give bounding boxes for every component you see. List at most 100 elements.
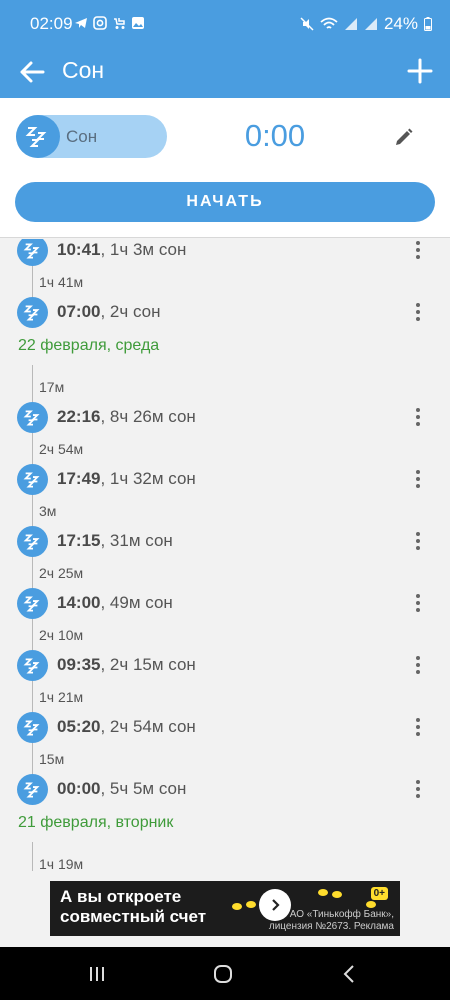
more-options-button[interactable] (406, 297, 430, 327)
instagram-icon (93, 16, 107, 30)
back-chevron-icon (343, 965, 354, 983)
gallery-icon (132, 17, 144, 29)
sleep-entry-icon (17, 712, 48, 743)
date-header: 21 февраля, вторник (0, 805, 450, 842)
dot (416, 794, 420, 798)
timeline-line (32, 495, 33, 526)
sleep-entry[interactable]: 00:00, 5ч 5м сон (0, 774, 450, 805)
entry-duration: , 1ч 3м сон (100, 240, 187, 259)
back-nav-button[interactable] (329, 959, 369, 989)
edit-button[interactable] (387, 120, 421, 154)
dot (416, 415, 420, 419)
more-options-button[interactable] (406, 239, 430, 265)
zzz-icon (25, 126, 47, 147)
more-options-button[interactable] (406, 402, 430, 432)
entry-duration: , 5ч 5м сон (100, 779, 187, 798)
sleep-entry-text: 05:20, 2ч 54м сон (57, 717, 196, 737)
dot (416, 408, 420, 412)
recent-apps-button[interactable] (77, 959, 117, 989)
ad-banner[interactable]: А вы откроете совместный счет 0+ АО «Тин… (50, 881, 400, 936)
zzz-icon (23, 658, 40, 673)
sleep-entry[interactable]: 10:41, 1ч 3м сон (0, 239, 450, 266)
cat-eye-decoration (246, 901, 256, 908)
dot (416, 422, 420, 426)
ad-legal-text: АО «Тинькофф Банк», лицензия №2673. Рекл… (268, 909, 394, 932)
entry-time: 22:16 (57, 407, 101, 426)
sleep-entry[interactable]: 05:20, 2ч 54м сон (0, 712, 450, 743)
awake-gap-duration: 17м (39, 379, 65, 395)
more-options-button[interactable] (406, 464, 430, 494)
entry-time: 07:00 (57, 302, 101, 321)
mute-icon (300, 17, 314, 31)
sleep-entry-icon (17, 239, 48, 266)
sleep-entry-text: 17:49, 1ч 32м сон (57, 469, 196, 489)
zzz-icon (23, 472, 40, 487)
sleep-entry[interactable]: 14:00, 49м сон (0, 588, 450, 619)
awake-gap-duration: 1ч 41м (39, 274, 84, 290)
dot (416, 310, 420, 314)
dot (416, 470, 420, 474)
add-button[interactable] (402, 53, 438, 89)
awake-gap: 2ч 54м (0, 433, 450, 464)
pencil-icon (396, 128, 413, 145)
sleep-entry[interactable]: 22:16, 8ч 26м сон (0, 402, 450, 433)
sleep-entry-text: 09:35, 2ч 15м сон (57, 655, 196, 675)
timeline-line (32, 681, 33, 712)
awake-gap-duration: 2ч 54м (39, 441, 84, 457)
battery-percentage: 24% (383, 14, 418, 33)
awake-gap: 1ч 41м (0, 266, 450, 297)
awake-gap: 2ч 10м (0, 619, 450, 650)
zzz-icon (23, 243, 40, 258)
more-options-button[interactable] (406, 774, 430, 804)
sleep-entry-icon (17, 774, 48, 805)
sleep-entry-text: 00:00, 5ч 5м сон (57, 779, 186, 799)
battery-icon (424, 17, 432, 31)
status-bar: 02:09 24% (0, 0, 450, 48)
back-button[interactable] (14, 54, 50, 90)
dot (416, 787, 420, 791)
entry-duration: , 2ч 54м сон (100, 717, 196, 736)
dot (416, 255, 420, 259)
sleep-entry-icon (17, 650, 48, 681)
plus-icon (407, 58, 433, 84)
more-options-button[interactable] (406, 588, 430, 618)
cat-eye-decoration (232, 903, 242, 910)
awake-gap: 1ч 21м (0, 681, 450, 712)
awake-gap: 17м (0, 371, 450, 402)
more-options-button[interactable] (406, 650, 430, 680)
timeline-line (32, 266, 33, 297)
sleep-timeline: 10:41, 1ч 3м сон 1ч 41м 07:00, 2ч сон 22 фе… (0, 239, 450, 871)
entry-time: 10:41 (57, 240, 101, 259)
recents-icon (90, 967, 104, 981)
awake-gap: 3м (0, 495, 450, 526)
more-options-button[interactable] (406, 712, 430, 742)
home-button[interactable] (203, 959, 243, 989)
dot (416, 670, 420, 674)
more-options-button[interactable] (406, 526, 430, 556)
awake-gap-duration: 1ч 19м (39, 856, 84, 871)
dot (416, 532, 420, 536)
sleep-entry[interactable]: 17:49, 1ч 32м сон (0, 464, 450, 495)
start-button[interactable]: НАЧАТЬ (15, 182, 435, 222)
zzz-icon (23, 596, 40, 611)
entry-duration: , 31м сон (100, 531, 173, 550)
awake-gap-duration: 1ч 21м (39, 689, 84, 705)
sleep-entry[interactable]: 17:15, 31м сон (0, 526, 450, 557)
date-header: 22 февраля, среда (0, 328, 450, 365)
entry-duration: , 8ч 26м сон (100, 407, 196, 426)
sleep-entry[interactable]: 07:00, 2ч сон (0, 297, 450, 328)
dot (416, 303, 420, 307)
ad-title: А вы откроете совместный счет (60, 887, 207, 926)
sleep-toggle[interactable]: Сон (16, 115, 167, 158)
sleep-entry-text: 22:16, 8ч 26м сон (57, 407, 196, 427)
dot (416, 608, 420, 612)
timer-display: 0:00 (244, 118, 306, 153)
entry-time: 05:20 (57, 717, 101, 736)
sleep-entry-text: 14:00, 49м сон (57, 593, 173, 613)
awake-gap-duration: 2ч 25м (39, 565, 84, 581)
stroller-icon (114, 18, 125, 29)
timeline-line (32, 433, 33, 464)
dot (416, 594, 420, 598)
cat-eye-decoration (318, 889, 328, 896)
sleep-entry[interactable]: 09:35, 2ч 15м сон (0, 650, 450, 681)
